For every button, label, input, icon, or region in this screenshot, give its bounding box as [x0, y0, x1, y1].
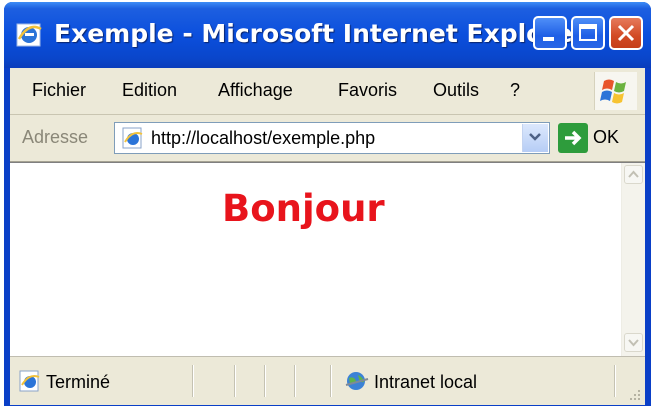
- security-zone: Intranet local: [374, 372, 478, 392]
- status-separator: [330, 365, 332, 397]
- page-icon: [122, 127, 143, 149]
- status-separator: [294, 365, 296, 397]
- chevron-up-icon: [628, 170, 639, 178]
- ie-icon: [16, 23, 42, 47]
- status-text: Terminé: [46, 372, 111, 392]
- windows-logo-icon: [600, 79, 626, 104]
- address-dropdown-button[interactable]: [522, 124, 548, 152]
- close-icon: [617, 24, 635, 42]
- globe-icon: [345, 372, 369, 390]
- chevron-down-icon: [628, 339, 639, 347]
- go-label[interactable]: OK: [593, 127, 619, 148]
- scroll-down-button[interactable]: [624, 333, 643, 352]
- title-bar[interactable]: Exemple - Microsoft Internet Exploreur: [4, 2, 651, 68]
- menu-fichier[interactable]: Fichier: [32, 80, 86, 101]
- minimize-icon: [543, 37, 554, 41]
- vertical-scrollbar[interactable]: [621, 163, 645, 356]
- go-button[interactable]: [558, 123, 588, 153]
- page-content: Bonjour: [10, 162, 645, 356]
- browser-window: Exemple - Microsoft Internet Exploreur F…: [4, 2, 651, 406]
- menu-bar: Fichier Edition Affichage Favoris Outils…: [10, 68, 645, 115]
- scroll-up-button[interactable]: [624, 165, 643, 184]
- window-title: Exemple - Microsoft Internet Exploreur: [54, 19, 603, 48]
- address-bar: Adresse http://localhost/exemple.php OK: [10, 115, 645, 162]
- maximize-button[interactable]: [571, 16, 605, 50]
- menu-edition[interactable]: Edition: [122, 80, 177, 101]
- address-label: Adresse: [22, 127, 89, 147]
- menu-affichage[interactable]: Affichage: [218, 80, 293, 101]
- address-field[interactable]: http://localhost/exemple.php: [114, 122, 550, 154]
- dropdown-arrow-icon: [529, 133, 541, 141]
- menu-outils[interactable]: Outils: [433, 80, 479, 101]
- windows-logo: [594, 72, 637, 110]
- page-heading: Bonjour: [222, 187, 385, 230]
- page-icon: [19, 370, 40, 392]
- maximize-icon: [579, 24, 597, 41]
- minimize-button[interactable]: [533, 16, 567, 50]
- status-bar: Terminé Intranet local: [10, 356, 645, 405]
- status-separator: [614, 365, 616, 397]
- browser-client-area: Fichier Edition Affichage Favoris Outils…: [10, 68, 645, 405]
- menu-favoris[interactable]: Favoris: [338, 80, 397, 101]
- status-separator: [192, 365, 194, 397]
- menu-help[interactable]: ?: [510, 80, 520, 101]
- resize-grip-icon[interactable]: [626, 386, 642, 402]
- go-arrow-icon: [565, 130, 582, 146]
- close-button[interactable]: [609, 16, 643, 50]
- status-separator: [264, 365, 266, 397]
- status-separator: [234, 365, 236, 397]
- address-url: http://localhost/exemple.php: [151, 128, 376, 148]
